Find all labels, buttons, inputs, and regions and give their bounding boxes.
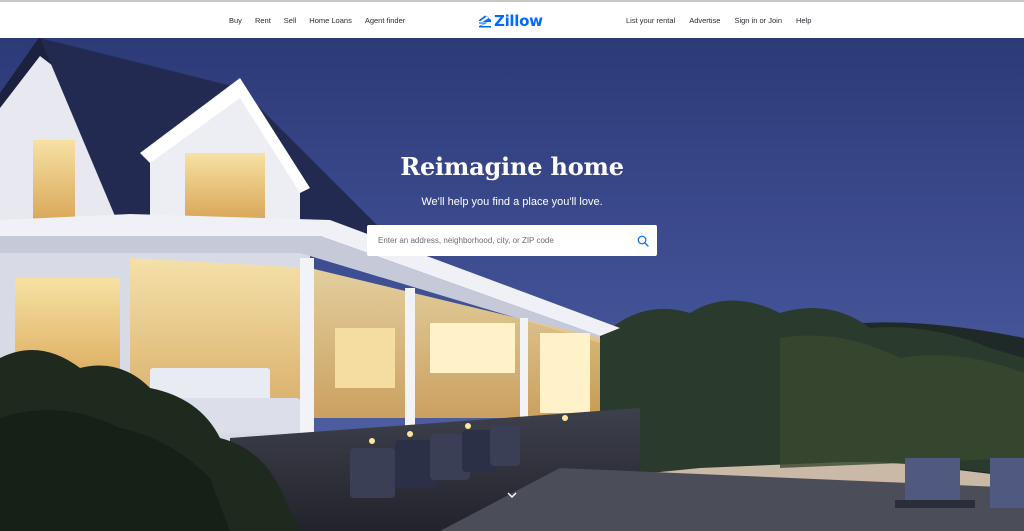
nav-home-loans-link[interactable]: Home Loans [309,16,352,25]
hero-subheadline: We'll help you find a place you'll love. [421,196,603,208]
nav-help-link[interactable]: Help [796,16,811,25]
hero-background-image [0,38,1024,531]
zillow-z-house-icon [479,15,491,28]
search-bar [367,225,657,256]
nav-advertise-link[interactable]: Advertise [689,16,720,25]
search-button[interactable] [629,225,657,256]
zillow-logo[interactable]: Zillow [478,12,543,30]
search-input[interactable] [367,225,629,256]
hero-section: Reimagine home We'll help you find a pla… [0,38,1024,531]
nav-sign-in-link[interactable]: Sign in or Join [734,16,782,25]
hero-headline: Reimagine home [400,152,624,181]
nav-list-rental-link[interactable]: List your rental [626,16,675,25]
nav-rent-link[interactable]: Rent [255,16,271,25]
nav-buy-link[interactable]: Buy [229,16,242,25]
secondary-nav: List your rental Advertise Sign in or Jo… [626,2,811,38]
nav-sell-link[interactable]: Sell [284,16,297,25]
top-navigation: Buy Rent Sell Home Loans Agent finder Zi… [0,0,1024,38]
search-icon [637,235,649,247]
primary-nav: Buy Rent Sell Home Loans Agent finder [229,2,405,38]
nav-agent-finder-link[interactable]: Agent finder [365,16,405,25]
chevron-down-icon[interactable] [506,490,518,500]
logo-wordmark: Zillow [494,12,543,30]
